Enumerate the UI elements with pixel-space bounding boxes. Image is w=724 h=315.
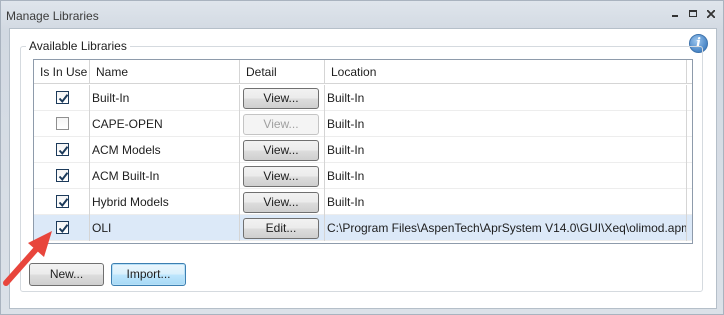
library-location: Built-In [325,111,687,137]
library-row[interactable]: OLI Edit... C:\Program Files\AspenTech\Apr… [34,215,692,241]
in-use-checkbox[interactable] [56,91,69,104]
close-icon[interactable] [705,8,717,20]
row-filler [687,111,692,137]
row-filler [687,163,692,189]
column-header-location[interactable]: Location [325,60,687,84]
library-name: CAPE-OPEN [90,111,240,137]
detail-cell: View... [240,85,325,111]
in-use-cell [34,189,90,215]
detail-cell: View... [240,163,325,189]
minimize-icon[interactable] [669,8,681,20]
edit-button[interactable]: Edit... [243,218,319,239]
column-header-name[interactable]: Name [90,60,240,84]
row-filler [687,85,692,111]
library-location: Built-In [325,137,687,163]
library-location: C:\Program Files\AspenTech\AprSystem V14… [325,215,687,241]
library-name: ACM Models [90,137,240,163]
import-button[interactable]: Import... [111,263,186,286]
detail-cell: View... [240,189,325,215]
group-legend: Available Libraries [26,39,130,53]
in-use-checkbox[interactable] [56,195,69,208]
in-use-checkbox[interactable] [56,117,69,130]
libraries-grid: Is In Use Name Detail Location Built-In V… [33,59,693,244]
view-button[interactable]: View... [243,166,319,187]
view-button: View... [243,114,319,135]
library-row[interactable]: Hybrid Models View... Built-In [34,189,692,215]
library-name: Built-In [90,85,240,111]
library-location: Built-In [325,189,687,215]
library-row[interactable]: ACM Models View... Built-In [34,137,692,163]
in-use-cell [34,137,90,163]
maximize-icon[interactable] [687,8,699,20]
window-title: Manage Libraries [6,9,99,23]
library-row[interactable]: CAPE-OPEN View... Built-In [34,111,692,137]
row-filler [687,215,692,241]
in-use-cell [34,85,90,111]
view-button[interactable]: View... [243,140,319,161]
new-button[interactable]: New... [29,263,104,286]
library-row[interactable]: Built-In View... Built-In [34,85,692,111]
column-header-detail[interactable]: Detail [240,60,325,84]
column-header-in-use[interactable]: Is In Use [34,60,90,84]
view-button[interactable]: View... [243,88,319,109]
in-use-checkbox[interactable] [56,169,69,182]
library-row[interactable]: ACM Built-In View... Built-In [34,163,692,189]
library-name: OLI [90,215,240,241]
column-header-filler [687,60,693,84]
library-name: ACM Built-In [90,163,240,189]
in-use-checkbox[interactable] [56,143,69,156]
title-bar[interactable]: Manage Libraries [1,1,723,29]
row-filler [687,137,692,163]
detail-cell: View... [240,137,325,163]
library-location: Built-In [325,85,687,111]
row-filler [687,189,692,215]
grid-header: Is In Use Name Detail Location [34,60,692,84]
in-use-cell [34,163,90,189]
library-name: Hybrid Models [90,189,240,215]
library-location: Built-In [325,163,687,189]
in-use-cell [34,111,90,137]
detail-cell: Edit... [240,215,325,241]
view-button[interactable]: View... [243,192,319,213]
detail-cell: View... [240,111,325,137]
